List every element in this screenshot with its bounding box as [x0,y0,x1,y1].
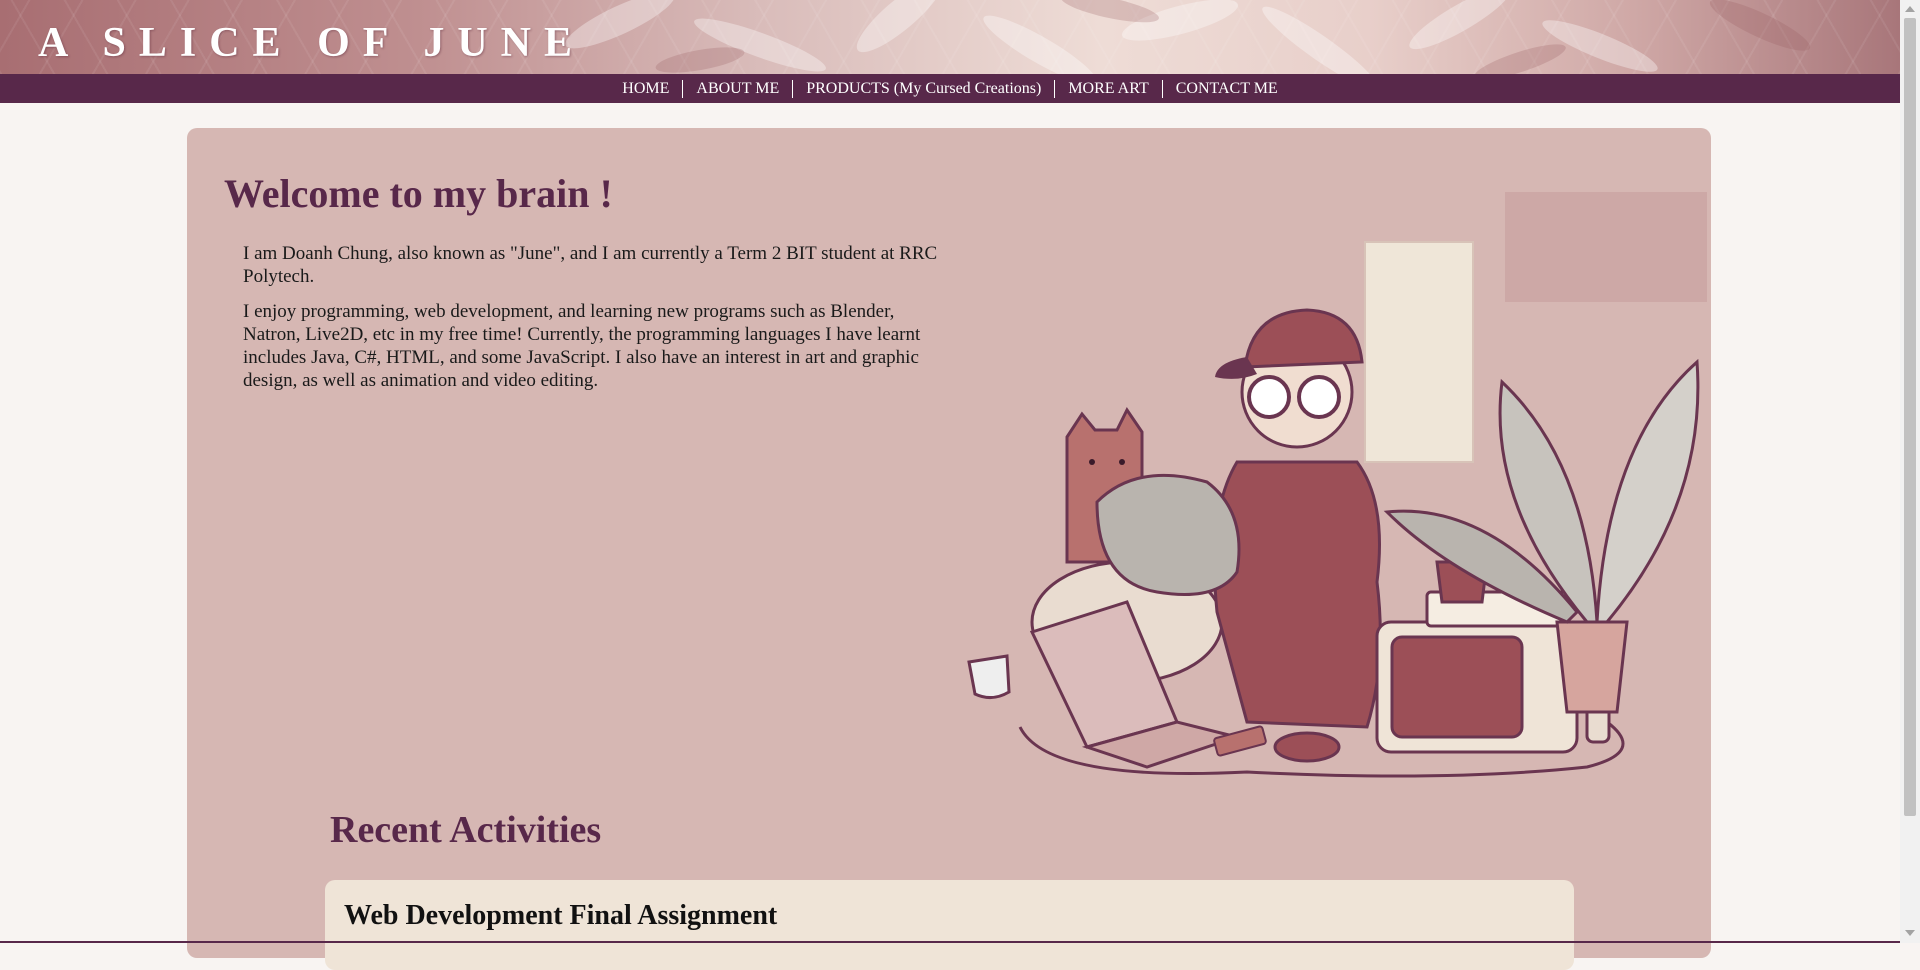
scrollbar-thumb[interactable] [1904,18,1916,816]
page-title: Welcome to my brain ! [224,171,613,216]
recent-activities-heading: Recent Activities [330,809,602,851]
main-nav: HOME ABOUT ME PRODUCTS (My Cursed Creati… [0,74,1900,103]
scrollbar[interactable] [1900,0,1920,943]
nav-item-about-me[interactable]: ABOUT ME [682,79,792,98]
nav-item-home[interactable]: HOME [609,80,682,98]
artist-with-cat-and-plants-illustration [967,192,1707,778]
scroll-up-icon[interactable] [1905,6,1915,12]
site-banner: A SLICE OF JUNE [0,0,1900,74]
intro-text: I am Doanh Chung, also known as "June", … [243,242,943,404]
nav-item-contact-me[interactable]: CONTACT ME [1161,79,1291,98]
content-card: Welcome to my brain ! I am Doanh Chung, … [187,128,1711,970]
activity-title: Web Development Final Assignment [344,900,778,931]
intro-paragraph: I am Doanh Chung, also known as "June", … [243,243,938,287]
activity-card[interactable]: Web Development Final Assignment [325,880,1574,970]
site-title: A SLICE OF JUNE [38,20,586,66]
scroll-down-icon[interactable] [1905,930,1915,936]
nav-item-more-art[interactable]: MORE ART [1054,79,1161,98]
intro-paragraph: I enjoy programming, web development, an… [243,301,921,391]
nav-item-products[interactable]: PRODUCTS (My Cursed Creations) [792,79,1054,98]
